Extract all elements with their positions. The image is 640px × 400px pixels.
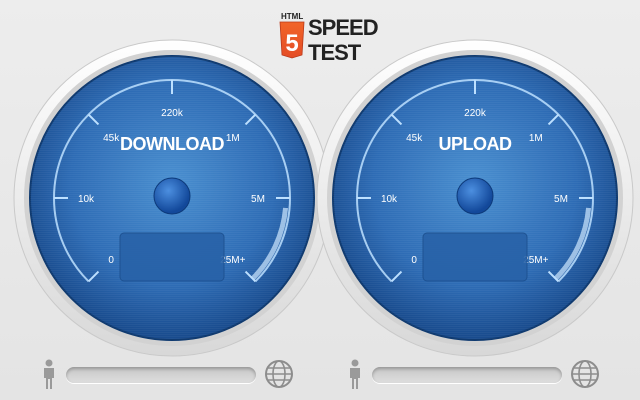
upload-readout-box — [422, 232, 528, 282]
download-tick-label: 10k — [78, 194, 95, 205]
upload-tick-label: 5M — [554, 194, 568, 205]
download-needle-knob — [153, 177, 191, 215]
upload-tick-label: 220k — [464, 108, 487, 119]
download-connection-bar — [38, 356, 298, 396]
globe-icon — [265, 360, 293, 388]
logo-title-line1: SPEED — [308, 15, 378, 40]
download-tick-label: 45k — [103, 133, 120, 144]
logo-badge-number: 5 — [285, 30, 298, 57]
download-tick-label: 5M — [251, 194, 265, 205]
upload-gauge: 010k45k220k1M5M25M+UPLOAD — [316, 39, 634, 357]
upload-tick-label: 45k — [406, 133, 423, 144]
upload-connection-bar — [344, 356, 604, 396]
upload-progress-track — [372, 367, 562, 383]
upload-title: UPLOAD — [439, 134, 513, 154]
download-tick-label: 220k — [161, 108, 184, 119]
person-icon — [44, 359, 54, 389]
download-tick-label: 0 — [108, 255, 114, 266]
person-icon — [350, 359, 360, 389]
upload-tick-label: 1M — [529, 133, 543, 144]
download-tick-label: 1M — [226, 133, 240, 144]
download-title: DOWNLOAD — [120, 134, 224, 154]
upload-tick-label: 0 — [411, 255, 417, 266]
logo-badge-text: HTML — [281, 12, 303, 21]
app-logo: HTML 5 SPEED TEST — [279, 12, 379, 65]
logo-title-line2: TEST — [308, 40, 362, 65]
upload-tick-label: 10k — [381, 194, 398, 205]
globe-icon — [571, 360, 599, 388]
upload-needle-knob — [456, 177, 494, 215]
download-gauge: 010k45k220k1M5M25M+DOWNLOAD — [13, 39, 331, 357]
download-readout-box — [119, 232, 225, 282]
speed-test-stage: HTML 5 SPEED TEST 010k45k220k1M5M25M+DOW… — [13, 12, 634, 357]
download-progress-track — [66, 367, 256, 383]
